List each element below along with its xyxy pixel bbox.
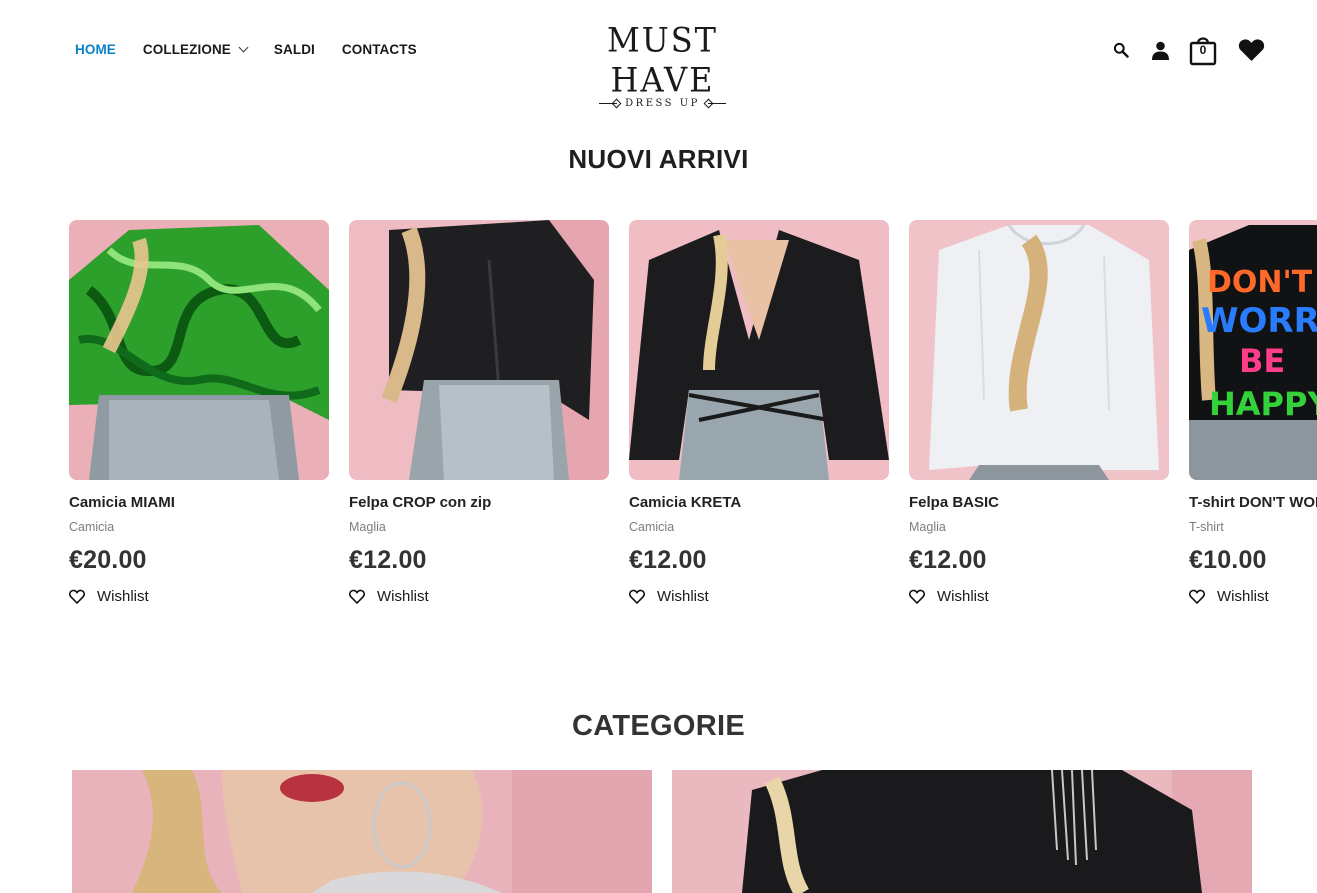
product-name[interactable]: Felpa CROP con zip — [349, 494, 609, 511]
account-icon[interactable] — [1149, 39, 1171, 61]
product-carousel: Camicia MIAMI Camicia €20.00 Wishlist Fe… — [69, 220, 1317, 620]
logo-ornament-right — [707, 103, 726, 104]
product-image[interactable] — [349, 220, 609, 480]
nav-item-label: CONTACTS — [341, 42, 417, 57]
nav-item-home[interactable]: HOME — [75, 42, 116, 57]
wishlist-label: Wishlist — [377, 588, 429, 605]
wishlist-button[interactable]: Wishlist — [629, 588, 889, 605]
cart-count-badge: 0 — [1199, 43, 1207, 57]
product-card[interactable]: Felpa CROP con zip Maglia €12.00 Wishlis… — [349, 220, 609, 605]
product-image[interactable] — [629, 220, 889, 480]
header-actions: 0 — [1112, 34, 1265, 66]
svg-text:DON'T: DON'T — [1207, 265, 1313, 300]
wishlist-button[interactable]: Wishlist — [1189, 588, 1317, 605]
cart-icon[interactable]: 0 — [1189, 34, 1217, 66]
logo-title: MUST HAVE — [607, 20, 718, 100]
wishlist-label: Wishlist — [97, 588, 149, 605]
wishlist-button[interactable]: Wishlist — [909, 588, 1169, 605]
section-title-categories: CATEGORIE — [572, 710, 745, 742]
product-image[interactable] — [69, 220, 329, 480]
svg-text:HAPPY: HAPPY — [1209, 385, 1317, 423]
product-name[interactable]: T-shirt DON'T WORRY BE HAPPY — [1189, 494, 1317, 511]
site-header: HOME COLLEZIONE SALDI CONTACTS MUST HAVE… — [0, 0, 1317, 109]
product-card[interactable]: Camicia KRETA Camicia €12.00 Wishlist — [629, 220, 889, 605]
nav-item-label: HOME — [75, 42, 116, 57]
heart-outline-icon — [909, 589, 925, 604]
product-category: Maglia — [349, 520, 386, 534]
nav-item-label: SALDI — [273, 42, 315, 57]
wishlist-label: Wishlist — [937, 588, 989, 605]
main-nav: HOME COLLEZIONE SALDI CONTACTS — [75, 42, 444, 57]
search-icon[interactable] — [1112, 41, 1130, 59]
heart-outline-icon — [1189, 589, 1205, 604]
svg-text:WORRY: WORRY — [1201, 301, 1317, 341]
product-category: T-shirt — [1189, 520, 1224, 534]
category-image — [672, 770, 1252, 893]
section-title-new-arrivals: NUOVI ARRIVI — [568, 144, 749, 174]
product-image[interactable] — [909, 220, 1169, 480]
product-category: Maglia — [909, 520, 946, 534]
product-image[interactable]: DON'T WORRY BE HAPPY — [1189, 220, 1317, 480]
product-price: €12.00 — [349, 546, 427, 574]
product-category: Camicia — [629, 520, 675, 534]
product-category: Camicia — [69, 520, 115, 534]
nav-item-label: COLLEZIONE — [142, 42, 231, 57]
heart-icon[interactable] — [1237, 37, 1265, 63]
product-card[interactable]: Felpa BASIC Maglia €12.00 Wishlist — [909, 220, 1169, 605]
nav-item-collezione[interactable]: COLLEZIONE — [142, 42, 249, 57]
nav-item-contacts[interactable]: CONTACTS — [342, 42, 417, 57]
product-price: €10.00 — [1189, 546, 1267, 574]
wishlist-button[interactable]: Wishlist — [349, 588, 609, 605]
svg-text:BE: BE — [1239, 342, 1285, 380]
category-card[interactable] — [672, 770, 1252, 893]
wishlist-label: Wishlist — [657, 588, 709, 605]
heart-outline-icon — [69, 589, 85, 604]
product-name[interactable]: Camicia MIAMI — [69, 494, 329, 511]
product-price: €12.00 — [909, 546, 987, 574]
heart-outline-icon — [349, 589, 365, 604]
nav-item-saldi[interactable]: SALDI — [274, 42, 315, 57]
product-name[interactable]: Camicia KRETA — [629, 494, 889, 511]
product-price: €20.00 — [69, 546, 147, 574]
category-image — [72, 770, 652, 893]
product-name[interactable]: Felpa BASIC — [909, 494, 1169, 511]
category-card[interactable] — [72, 770, 652, 893]
product-price: €12.00 — [629, 546, 707, 574]
wishlist-button[interactable]: Wishlist — [69, 588, 329, 605]
chevron-down-icon — [238, 42, 249, 53]
heart-outline-icon — [629, 589, 645, 604]
logo-ornament-left — [599, 103, 618, 104]
product-card[interactable]: DON'T WORRY BE HAPPY T-shirt DON'T WORRY… — [1189, 220, 1317, 605]
product-card[interactable]: Camicia MIAMI Camicia €20.00 Wishlist — [69, 220, 329, 605]
site-logo[interactable]: MUST HAVE DRESS UP — [560, 20, 765, 109]
wishlist-label: Wishlist — [1217, 588, 1269, 605]
